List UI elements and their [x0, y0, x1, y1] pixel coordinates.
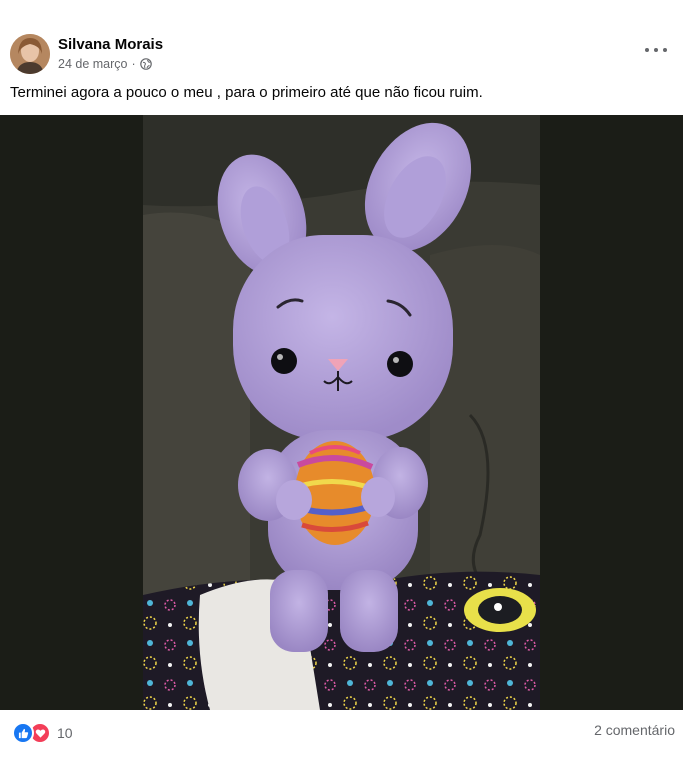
more-options-icon[interactable] — [645, 42, 667, 58]
post-meta: 24 de março · — [58, 57, 152, 71]
post-photo[interactable] — [0, 115, 683, 710]
author-name[interactable]: Silvana Morais — [58, 36, 163, 53]
post-date[interactable]: 24 de março — [58, 57, 127, 71]
post-caption: Terminei agora a pouco o meu , para o pr… — [10, 84, 483, 101]
dot — [645, 48, 649, 52]
dot — [654, 48, 658, 52]
author-avatar[interactable] — [10, 34, 50, 74]
comments-count-link[interactable]: 2 comentário — [594, 722, 675, 738]
reaction-count[interactable]: 10 — [57, 725, 73, 741]
globe-icon[interactable] — [139, 58, 152, 70]
meta-separator: · — [131, 57, 136, 71]
post-header: Silvana Morais 24 de março · — [0, 0, 683, 80]
dot — [663, 48, 667, 52]
reactions-summary[interactable]: 10 — [12, 722, 73, 744]
crochet-bunny-photo — [0, 115, 683, 710]
like-icon — [12, 722, 34, 744]
post-footer: 10 2 comentário — [0, 710, 683, 750]
